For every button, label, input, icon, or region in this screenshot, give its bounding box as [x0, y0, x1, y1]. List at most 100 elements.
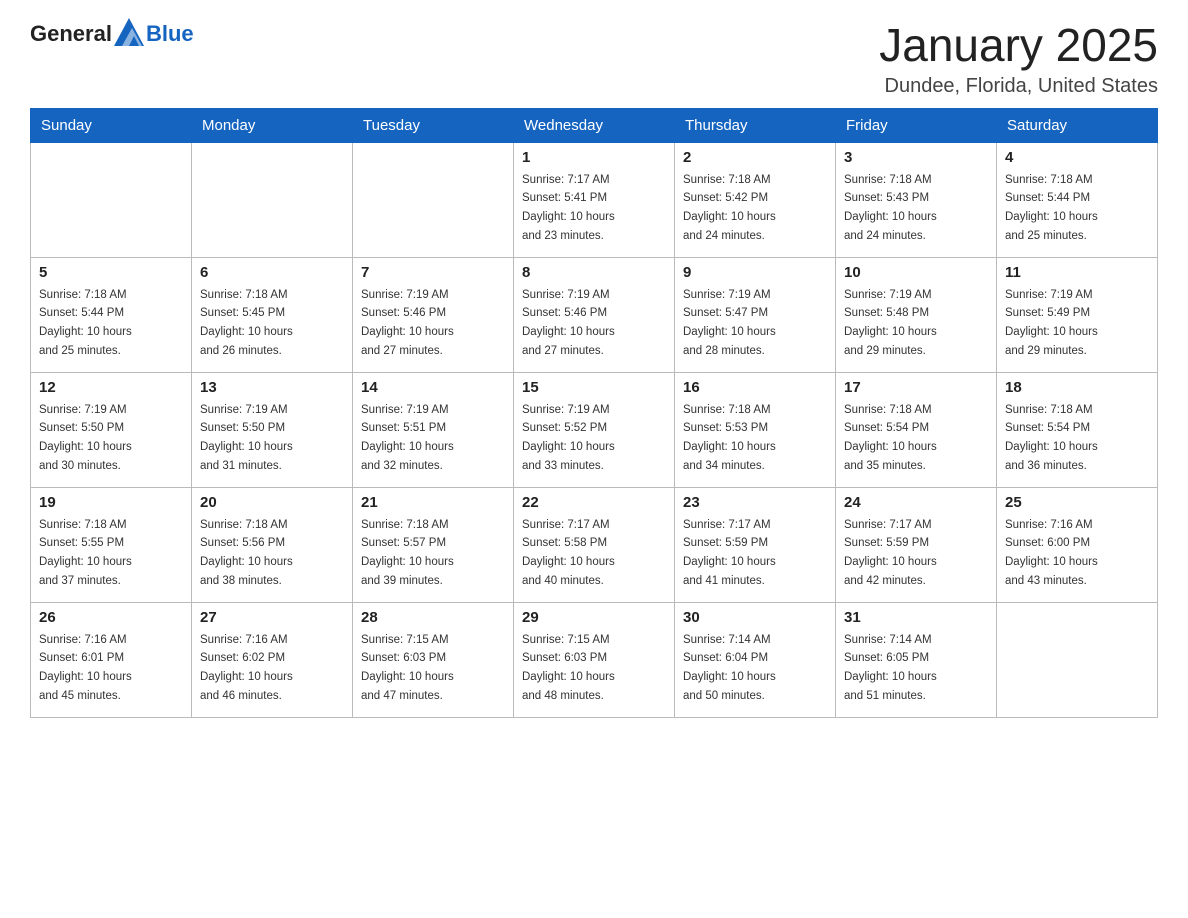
day-info: Sunrise: 7:19 AM Sunset: 5:46 PM Dayligh… — [522, 289, 615, 357]
day-info: Sunrise: 7:19 AM Sunset: 5:51 PM Dayligh… — [361, 404, 454, 472]
calendar-day-18: 18 Sunrise: 7:18 AM Sunset: 5:54 PM Dayli… — [997, 372, 1158, 487]
day-info: Sunrise: 7:19 AM Sunset: 5:48 PM Dayligh… — [844, 289, 937, 357]
day-number: 2 — [683, 149, 827, 166]
calendar-day-21: 21Sunrise: 7:18 AM Sunset: 5:57 PM Dayli… — [353, 487, 514, 602]
weekday-header-thursday: Thursday — [675, 108, 836, 142]
calendar-day-22: 22 Sunrise: 7:17 AM Sunset: 5:58 PM Dayli… — [514, 487, 675, 602]
calendar-day-6: 6Sunrise: 7:18 AM Sunset: 5:45 PM Daylig… — [192, 257, 353, 372]
calendar-day-empty — [192, 142, 353, 257]
day-info: Sunrise: 7:19 AM Sunset: 5:49 PM Dayligh… — [1005, 289, 1098, 357]
title-section: January 2025 Dundee, Florida, United Sta… — [879, 20, 1158, 98]
calendar-week-row: 1 Sunrise: 7:17 AM Sunset: 5:41 PM Daylig… — [31, 142, 1158, 257]
calendar-day-5: 5 Sunrise: 7:18 AM Sunset: 5:44 PM Daylig… — [31, 257, 192, 372]
calendar-day-24: 24 Sunrise: 7:17 AM Sunset: 5:59 PM Dayli… — [836, 487, 997, 602]
calendar-day-19: 19Sunrise: 7:18 AM Sunset: 5:55 PM Dayli… — [31, 487, 192, 602]
day-number: 13 — [200, 379, 344, 396]
day-number: 27 — [200, 609, 344, 626]
weekday-header-monday: Monday — [192, 108, 353, 142]
weekday-header-wednesday: Wednesday — [514, 108, 675, 142]
day-number: 16 — [683, 379, 827, 396]
calendar-day-26: 26 Sunrise: 7:16 AM Sunset: 6:01 PM Dayli… — [31, 602, 192, 717]
calendar-day-empty — [997, 602, 1158, 717]
calendar-day-28: 28Sunrise: 7:15 AM Sunset: 6:03 PM Dayli… — [353, 602, 514, 717]
day-info: Sunrise: 7:18 AM Sunset: 5:42 PM Dayligh… — [683, 174, 776, 242]
calendar-day-14: 14 Sunrise: 7:19 AM Sunset: 5:51 PM Dayli… — [353, 372, 514, 487]
logo-blue-text: Blue — [146, 21, 194, 47]
calendar-day-1: 1 Sunrise: 7:17 AM Sunset: 5:41 PM Daylig… — [514, 142, 675, 257]
day-number: 18 — [1005, 379, 1149, 396]
calendar-day-9: 9 Sunrise: 7:19 AM Sunset: 5:47 PM Daylig… — [675, 257, 836, 372]
day-number: 29 — [522, 609, 666, 626]
day-number: 25 — [1005, 494, 1149, 511]
day-info: Sunrise: 7:18 AM Sunset: 5:54 PM Dayligh… — [1005, 404, 1098, 472]
calendar-day-17: 17 Sunrise: 7:18 AM Sunset: 5:54 PM Dayli… — [836, 372, 997, 487]
calendar-day-25: 25Sunrise: 7:16 AM Sunset: 6:00 PM Dayli… — [997, 487, 1158, 602]
day-number: 11 — [1005, 264, 1149, 281]
day-number: 10 — [844, 264, 988, 281]
location-text: Dundee, Florida, United States — [879, 75, 1158, 98]
day-number: 8 — [522, 264, 666, 281]
day-info: Sunrise: 7:18 AM Sunset: 5:44 PM Dayligh… — [39, 289, 132, 357]
day-info: Sunrise: 7:17 AM Sunset: 5:41 PM Dayligh… — [522, 174, 615, 242]
page-header: General Blue January 2025 Dundee, Florid… — [30, 20, 1158, 98]
calendar-week-row: 12 Sunrise: 7:19 AM Sunset: 5:50 PM Dayli… — [31, 372, 1158, 487]
day-info: Sunrise: 7:18 AM Sunset: 5:56 PM Dayligh… — [200, 519, 293, 587]
day-number: 23 — [683, 494, 827, 511]
day-number: 26 — [39, 609, 183, 626]
day-number: 12 — [39, 379, 183, 396]
day-info: Sunrise: 7:18 AM Sunset: 5:45 PM Dayligh… — [200, 289, 293, 357]
calendar-day-10: 10 Sunrise: 7:19 AM Sunset: 5:48 PM Dayli… — [836, 257, 997, 372]
calendar-day-3: 3 Sunrise: 7:18 AM Sunset: 5:43 PM Daylig… — [836, 142, 997, 257]
logo: General Blue — [30, 20, 194, 48]
day-number: 15 — [522, 379, 666, 396]
logo-general-text: General — [30, 21, 112, 47]
logo-icon — [114, 18, 144, 46]
day-info: Sunrise: 7:18 AM Sunset: 5:43 PM Dayligh… — [844, 174, 937, 242]
calendar-day-empty — [353, 142, 514, 257]
calendar-day-11: 11 Sunrise: 7:19 AM Sunset: 5:49 PM Dayli… — [997, 257, 1158, 372]
day-info: Sunrise: 7:19 AM Sunset: 5:47 PM Dayligh… — [683, 289, 776, 357]
day-info: Sunrise: 7:18 AM Sunset: 5:54 PM Dayligh… — [844, 404, 937, 472]
day-number: 30 — [683, 609, 827, 626]
day-number: 22 — [522, 494, 666, 511]
weekday-header-tuesday: Tuesday — [353, 108, 514, 142]
calendar-day-2: 2 Sunrise: 7:18 AM Sunset: 5:42 PM Daylig… — [675, 142, 836, 257]
calendar-week-row: 26 Sunrise: 7:16 AM Sunset: 6:01 PM Dayli… — [31, 602, 1158, 717]
day-number: 14 — [361, 379, 505, 396]
day-info: Sunrise: 7:19 AM Sunset: 5:50 PM Dayligh… — [200, 404, 293, 472]
day-number: 24 — [844, 494, 988, 511]
day-number: 20 — [200, 494, 344, 511]
day-info: Sunrise: 7:17 AM Sunset: 5:59 PM Dayligh… — [844, 519, 937, 587]
day-number: 1 — [522, 149, 666, 166]
day-number: 4 — [1005, 149, 1149, 166]
calendar-day-12: 12Sunrise: 7:19 AM Sunset: 5:50 PM Dayli… — [31, 372, 192, 487]
calendar-day-30: 30 Sunrise: 7:14 AM Sunset: 6:04 PM Dayli… — [675, 602, 836, 717]
day-info: Sunrise: 7:17 AM Sunset: 5:59 PM Dayligh… — [683, 519, 776, 587]
day-info: Sunrise: 7:16 AM Sunset: 6:01 PM Dayligh… — [39, 634, 132, 702]
day-info: Sunrise: 7:14 AM Sunset: 6:04 PM Dayligh… — [683, 634, 776, 702]
day-number: 31 — [844, 609, 988, 626]
day-info: Sunrise: 7:18 AM Sunset: 5:44 PM Dayligh… — [1005, 174, 1098, 242]
calendar-day-27: 27 Sunrise: 7:16 AM Sunset: 6:02 PM Dayli… — [192, 602, 353, 717]
calendar-week-row: 19Sunrise: 7:18 AM Sunset: 5:55 PM Dayli… — [31, 487, 1158, 602]
day-number: 9 — [683, 264, 827, 281]
day-number: 17 — [844, 379, 988, 396]
day-number: 3 — [844, 149, 988, 166]
calendar-day-13: 13 Sunrise: 7:19 AM Sunset: 5:50 PM Dayli… — [192, 372, 353, 487]
calendar-day-empty — [31, 142, 192, 257]
day-number: 5 — [39, 264, 183, 281]
calendar-day-29: 29 Sunrise: 7:15 AM Sunset: 6:03 PM Dayli… — [514, 602, 675, 717]
day-info: Sunrise: 7:18 AM Sunset: 5:55 PM Dayligh… — [39, 519, 132, 587]
day-info: Sunrise: 7:18 AM Sunset: 5:57 PM Dayligh… — [361, 519, 454, 587]
day-info: Sunrise: 7:17 AM Sunset: 5:58 PM Dayligh… — [522, 519, 615, 587]
day-info: Sunrise: 7:15 AM Sunset: 6:03 PM Dayligh… — [361, 634, 454, 702]
calendar-day-8: 8 Sunrise: 7:19 AM Sunset: 5:46 PM Daylig… — [514, 257, 675, 372]
month-title: January 2025 — [879, 20, 1158, 71]
weekday-header-sunday: Sunday — [31, 108, 192, 142]
day-info: Sunrise: 7:15 AM Sunset: 6:03 PM Dayligh… — [522, 634, 615, 702]
day-info: Sunrise: 7:16 AM Sunset: 6:02 PM Dayligh… — [200, 634, 293, 702]
calendar-day-7: 7Sunrise: 7:19 AM Sunset: 5:46 PM Daylig… — [353, 257, 514, 372]
day-info: Sunrise: 7:19 AM Sunset: 5:52 PM Dayligh… — [522, 404, 615, 472]
weekday-header-row: SundayMondayTuesdayWednesdayThursdayFrid… — [31, 108, 1158, 142]
day-number: 7 — [361, 264, 505, 281]
